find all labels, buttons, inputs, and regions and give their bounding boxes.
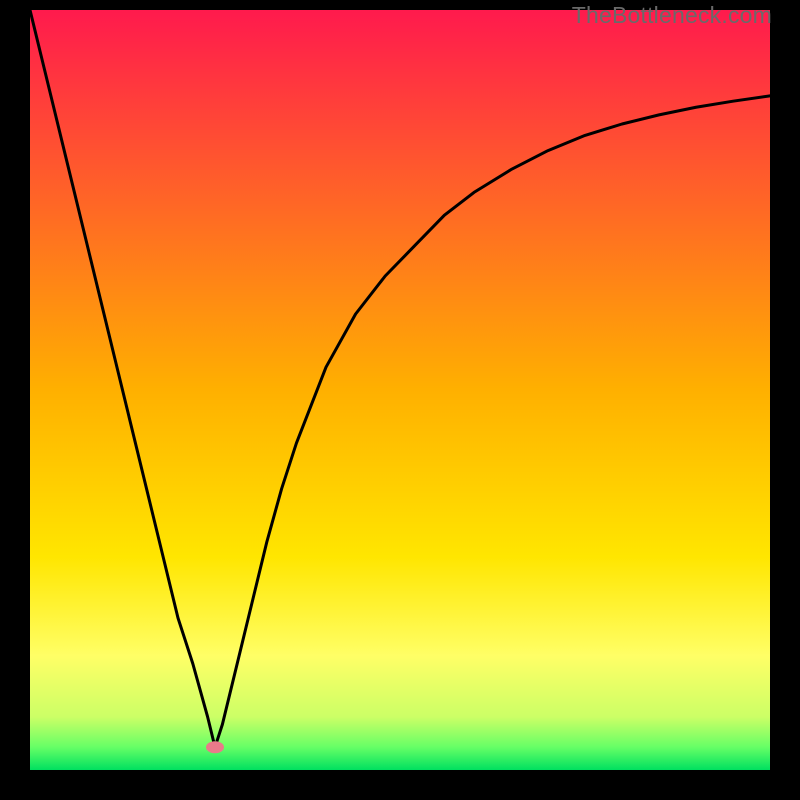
chart-frame xyxy=(30,10,770,770)
chart-svg xyxy=(30,10,770,770)
watermark-text: TheBottleneck.com xyxy=(572,2,772,29)
minimum-marker xyxy=(206,741,224,753)
chart-background xyxy=(30,10,770,770)
